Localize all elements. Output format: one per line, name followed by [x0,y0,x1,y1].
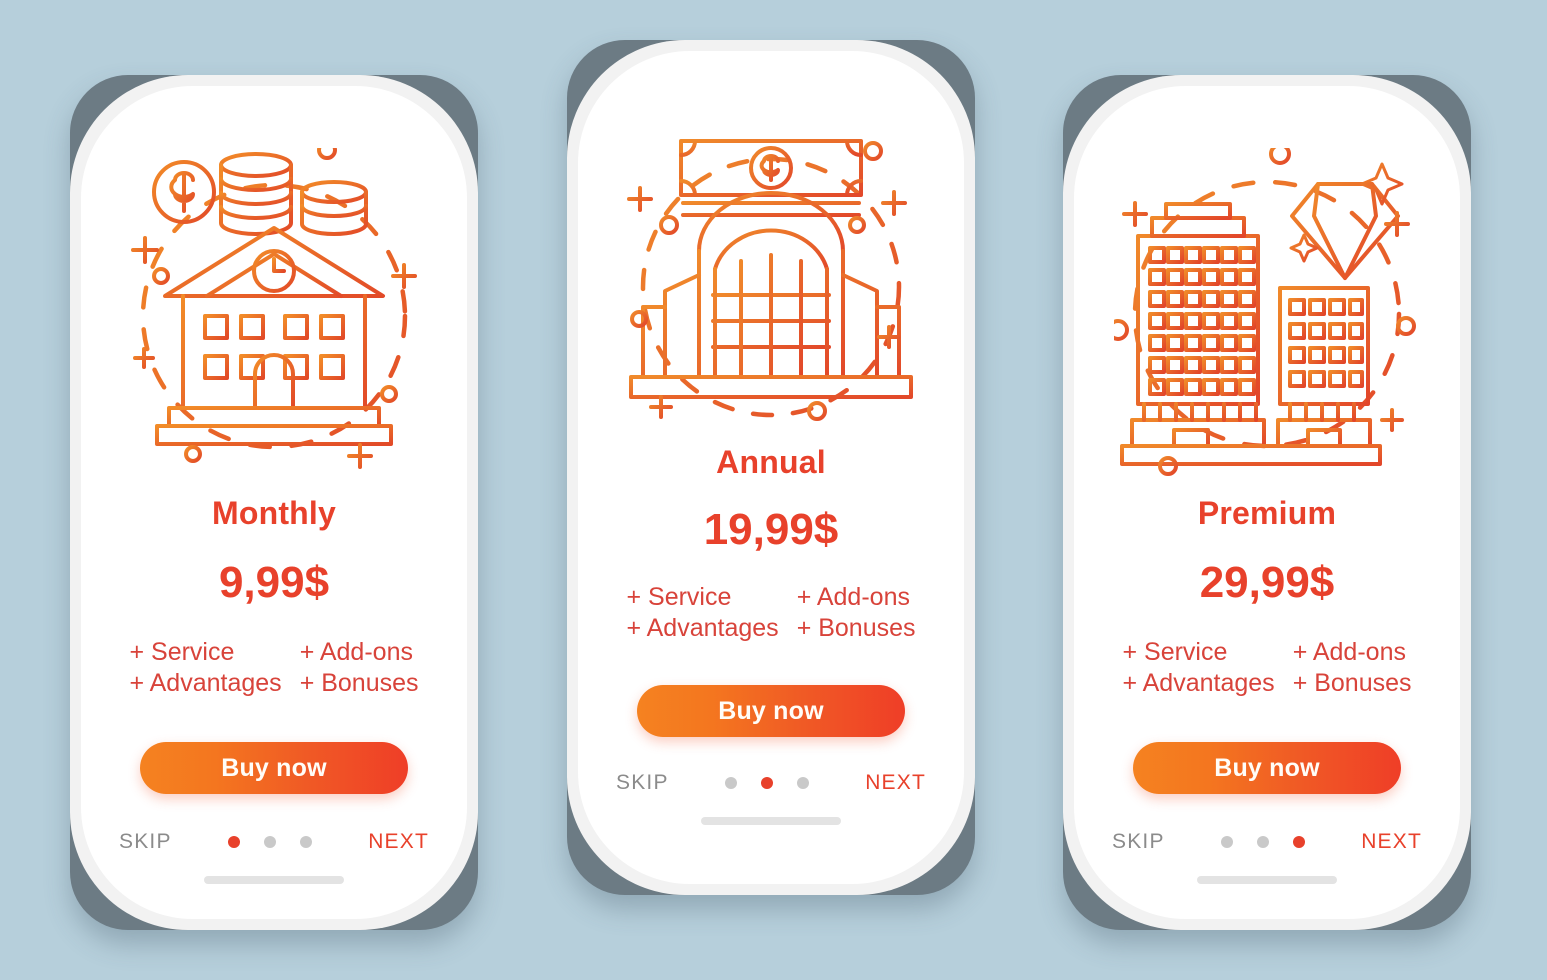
house-with-coins-icon [121,140,427,483]
feature-item: + Bonuses [1292,669,1412,697]
feature-item: + Bonuses [299,669,419,697]
home-indicator-bar [1197,876,1337,884]
next-button[interactable]: NEXT [368,830,429,854]
screen-footer-nav: SKIP NEXT [578,771,964,795]
pagination-dots [1220,836,1305,848]
feature-item: + Add-ons [1292,638,1406,666]
plan-title: Premium [1197,495,1337,531]
plan-title: Monthly [211,495,337,531]
buy-now-button[interactable]: Buy now [1133,742,1401,794]
plan-title: Annual [716,444,826,480]
feature-item: + Advantages [626,614,779,642]
feature-list: + Service + Add-ons + Advantages + Bonus… [626,583,915,643]
screen-footer-nav: SKIP NEXT [81,830,467,854]
next-button[interactable]: NEXT [1361,830,1422,854]
onboarding-screens-stage: Monthly 9,99$ + Service + Add-ons + Adva… [0,0,1547,980]
screen-footer-nav: SKIP NEXT [1074,830,1460,854]
pagination-dot[interactable] [299,836,312,848]
phone-display-area: Annual 19,99$ + Service + Add-ons + Adva… [578,51,964,884]
phone-display-area: Monthly 9,99$ + Service + Add-ons + Adva… [81,86,467,919]
skip-button[interactable]: SKIP [1112,830,1165,854]
next-button[interactable]: NEXT [865,771,926,795]
pagination-dot[interactable] [760,777,773,789]
pagination-dot[interactable] [227,836,240,848]
pagination-dot[interactable] [1292,836,1305,848]
feature-item: + Service [129,638,235,666]
feature-item: + Bonuses [796,614,916,642]
pagination-dots [227,836,312,848]
skip-button[interactable]: SKIP [616,771,669,795]
feature-item: + Service [1122,638,1228,666]
buy-now-button[interactable]: Buy now [637,685,905,737]
pagination-dots [724,777,809,789]
pagination-dot[interactable] [263,836,276,848]
home-indicator-bar [701,817,841,825]
feature-item: + Service [626,583,732,611]
skip-button[interactable]: SKIP [119,830,172,854]
buy-now-button[interactable]: Buy now [140,742,408,794]
feature-item: + Advantages [129,669,282,697]
feature-item: + Add-ons [796,583,910,611]
phone-screen-monthly: Monthly 9,99$ + Service + Add-ons + Adva… [70,75,478,930]
pagination-dot[interactable] [1256,836,1269,848]
pagination-dot[interactable] [724,777,737,789]
pagination-dot[interactable] [796,777,809,789]
feature-item: + Add-ons [299,638,413,666]
phone-screen-premium: Premium 29,99$ + Service + Add-ons + Adv… [1063,75,1471,930]
bank-building-with-banknotes-icon [621,129,921,434]
pagination-dot[interactable] [1220,836,1233,848]
plan-price: 29,99$ [1199,558,1335,607]
feature-item: + Advantages [1122,669,1275,697]
office-towers-with-diamond-icon [1107,143,1420,483]
plan-price: 19,99$ [703,505,839,554]
phone-display-area: Premium 29,99$ + Service + Add-ons + Adv… [1074,86,1460,919]
phone-screen-annual: Annual 19,99$ + Service + Add-ons + Adva… [567,40,975,895]
feature-list: + Service + Add-ons + Advantages + Bonus… [129,638,418,698]
feature-list: + Service + Add-ons + Advantages + Bonus… [1122,638,1411,698]
plan-price: 9,99$ [218,558,330,607]
home-indicator-bar [204,876,344,884]
